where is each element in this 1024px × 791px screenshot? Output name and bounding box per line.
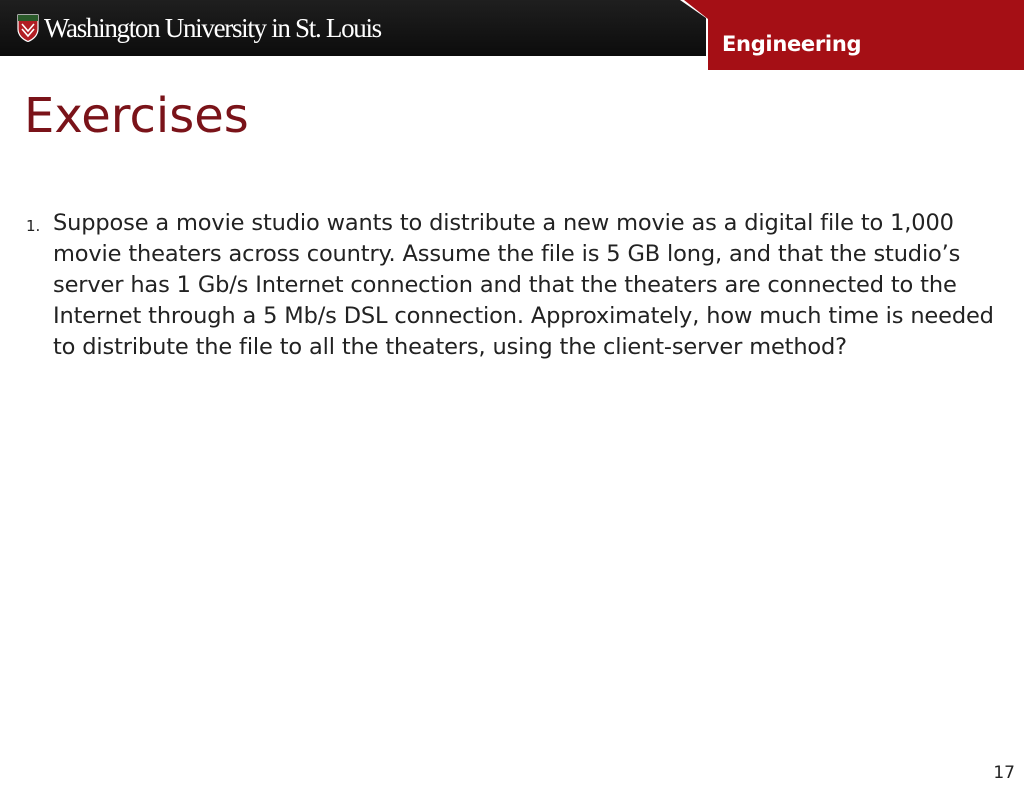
- university-shield-icon: [17, 14, 39, 42]
- list-item-text: Suppose a movie studio wants to distribu…: [53, 210, 994, 360]
- list-item-number: 1.: [26, 217, 41, 235]
- page-title: Exercises: [24, 88, 249, 144]
- school-label: Engineering: [722, 32, 862, 56]
- page-number: 17: [993, 763, 1015, 783]
- university-wordmark: Washington University in St. Louis: [44, 13, 382, 43]
